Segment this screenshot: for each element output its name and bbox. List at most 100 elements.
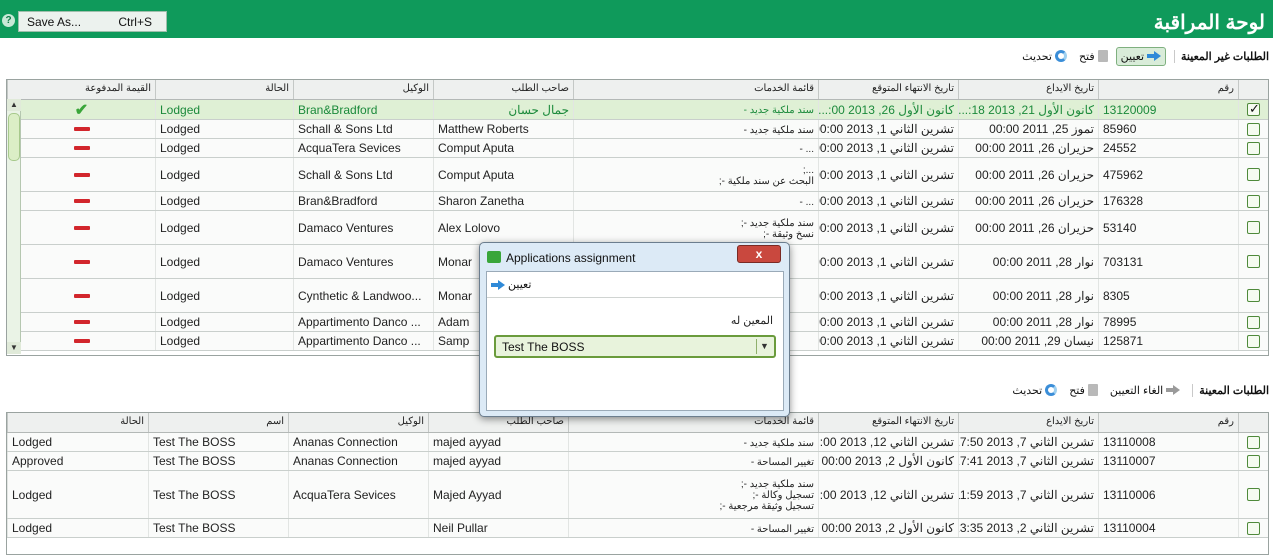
unpaid-icon [73, 259, 90, 264]
table-row[interactable]: 13110007تشرين الثاني 7, 2013 17:41كانون … [7, 452, 1268, 471]
col-deposit-date[interactable]: تاريخ الايداع [958, 80, 1098, 99]
cell-deposit: حزيران 26, 2011 00:00 [958, 192, 1098, 210]
table-row[interactable]: 176328 حزيران 26, 2011 00:00 تشرين الثاني … [7, 192, 1268, 211]
col-status[interactable]: الحالة [7, 413, 148, 432]
scroll-up-icon[interactable]: ▲ [7, 99, 21, 111]
unassigned-section-label: الطلبات غير المعينة [1174, 49, 1269, 63]
cell-paid [7, 158, 155, 191]
col-agent[interactable]: الوكيل [293, 80, 433, 99]
assigned-toolbar: الطلبات المعينة الغاء التعيين فتح تحديث [1008, 379, 1269, 401]
table-row[interactable]: 24552 حزيران 26, 2011 00:00 تشرين الثاني 1… [7, 139, 1268, 158]
unpaid-icon [73, 172, 90, 177]
refresh-button-assigned[interactable]: تحديث [1008, 382, 1061, 399]
cell-services: سند ملكية جديد - [573, 100, 818, 119]
table-row[interactable]: 53140 حزيران 26, 2011 00:00 تشرين الثاني 1… [7, 211, 1268, 245]
assignee-select[interactable]: Test The BOSS ▼ [494, 335, 776, 358]
table-row[interactable]: 85960 تموز 25, 2011 00:00 تشرين الثاني 1, … [7, 120, 1268, 139]
cell-expected: تشرين الثاني 1, 2013 00:00 [818, 332, 958, 350]
row-checkbox[interactable] [1247, 488, 1260, 501]
assign-button[interactable]: تعيين [1115, 46, 1167, 66]
chevron-down-icon[interactable]: ▼ [756, 339, 772, 354]
cell-num: 85960 [1098, 120, 1238, 138]
col-number[interactable]: رقم [1098, 413, 1238, 432]
cell-status: Approved [7, 452, 148, 470]
dialog-title: Applications assignment [506, 251, 636, 265]
table-row[interactable]: 13120009كانون الأول 21, 2013 18:...كانون… [7, 100, 1268, 120]
scroll-down-icon[interactable]: ▼ [7, 342, 21, 354]
table-body: 13110008تشرين الثاني 7, 2013 17:50تشرين … [7, 433, 1268, 538]
cell-services: تغيير المساحة - [568, 519, 818, 537]
table-row[interactable]: 13110004تشرين الثاني 2, 2013 23:35كانون … [7, 519, 1268, 538]
cell-paid: ✔ [7, 100, 155, 119]
row-checkbox[interactable] [1247, 315, 1260, 329]
cell-agent: Appartimento Danco ... [293, 332, 433, 350]
row-checkbox[interactable] [1247, 255, 1260, 268]
cell-deposit: نيسان 29, 2011 00:00 [958, 332, 1098, 350]
cell-num: 125871 [1098, 332, 1238, 350]
row-checkbox[interactable] [1247, 221, 1260, 234]
cell-name: Test The BOSS [148, 452, 288, 470]
dialog-assign-button[interactable]: تعيين [487, 276, 535, 293]
row-checkbox[interactable] [1247, 289, 1260, 302]
cell-services: تغيير المساحة - [568, 452, 818, 470]
table-row[interactable]: 475962 حزيران 26, 2011 00:00 تشرين الثاني … [7, 158, 1268, 192]
cell-expected: تشرين الثاني 1, 2013 00:00 [818, 120, 958, 138]
open-button[interactable]: فتح [1075, 48, 1112, 65]
col-name[interactable]: اسم [148, 413, 288, 432]
arrow-right-icon [1166, 384, 1181, 396]
row-checkbox[interactable] [1247, 168, 1260, 181]
cell-services: ... - [573, 192, 818, 210]
col-expected-end[interactable]: تاريخ الانتهاء المتوقع [818, 80, 958, 99]
unassign-button[interactable]: الغاء التعيين [1106, 382, 1184, 399]
col-number[interactable]: رقم [1098, 80, 1238, 99]
cell-deposit: نوار 28, 2011 00:00 [958, 313, 1098, 331]
table-row[interactable]: 13110006تشرين الثاني 7, 2013 11:59تشرين … [7, 471, 1268, 519]
unpaid-icon [73, 225, 90, 230]
cell-agent: Schall & Sons Ltd [293, 120, 433, 138]
cell-agent: Cynthetic & Landwoo... [293, 279, 433, 312]
table-row[interactable]: 13110008تشرين الثاني 7, 2013 17:50تشرين … [7, 433, 1268, 452]
cell-status: Lodged [155, 211, 293, 244]
cell-agent: Appartimento Danco ... [293, 313, 433, 331]
col-requester[interactable]: صاحب الطلب [433, 80, 573, 99]
open-button-assigned[interactable]: فتح [1065, 382, 1102, 399]
table-header: رقم تاريخ الايداع تاريخ الانتهاء المتوقع… [7, 80, 1268, 100]
assigned-section-label: الطلبات المعينة [1192, 383, 1269, 397]
row-checkbox[interactable] [1247, 454, 1260, 468]
help-icon[interactable]: ? [2, 14, 15, 27]
cell-paid [7, 139, 155, 157]
cell-num: 703131 [1098, 245, 1238, 278]
scroll-thumb[interactable] [8, 113, 20, 161]
row-checkbox[interactable] [1247, 521, 1260, 535]
arrow-right-icon [491, 279, 505, 291]
cell-status: Lodged [7, 471, 148, 518]
cell-num: 8305 [1098, 279, 1238, 312]
row-checkbox[interactable] [1247, 141, 1260, 155]
cell-services: ... - [573, 139, 818, 157]
row-checkbox[interactable] [1247, 101, 1260, 117]
cell-paid [7, 192, 155, 210]
cell-num: 53140 [1098, 211, 1238, 244]
row-checkbox[interactable] [1247, 334, 1260, 348]
vertical-scrollbar[interactable]: ▲ ▼ [7, 99, 21, 354]
cell-expected: تشرين الثاني 12, 2013 00:... [818, 471, 958, 518]
cell-agent: Schall & Sons Ltd [293, 158, 433, 191]
cell-deposit: حزيران 26, 2011 00:00 [958, 158, 1098, 191]
close-icon[interactable]: x [737, 245, 781, 263]
cell-deposit: تشرين الثاني 7, 2013 17:50 [958, 433, 1098, 451]
row-checkbox[interactable] [1247, 194, 1260, 208]
row-checkbox[interactable] [1247, 122, 1260, 136]
cell-expected: تشرين الثاني 1, 2013 00:00 [818, 211, 958, 244]
cell-expected: تشرين الثاني 12, 2013 00:... [818, 433, 958, 451]
row-checkbox[interactable] [1247, 435, 1260, 449]
col-expected-end[interactable]: تاريخ الانتهاء المتوقع [818, 413, 958, 432]
col-deposit-date[interactable]: تاريخ الايداع [958, 413, 1098, 432]
refresh-button[interactable]: تحديث [1018, 48, 1071, 65]
save-as-menu-item[interactable]: Save As... Ctrl+S [18, 11, 167, 32]
col-agent[interactable]: الوكيل [288, 413, 428, 432]
col-status[interactable]: الحالة [155, 80, 293, 99]
cell-agent [288, 519, 428, 537]
assignee-value: Test The BOSS [502, 339, 585, 354]
col-paid[interactable]: القيمة المدفوعة [7, 80, 155, 99]
col-services[interactable]: قائمة الخدمات [573, 80, 818, 99]
